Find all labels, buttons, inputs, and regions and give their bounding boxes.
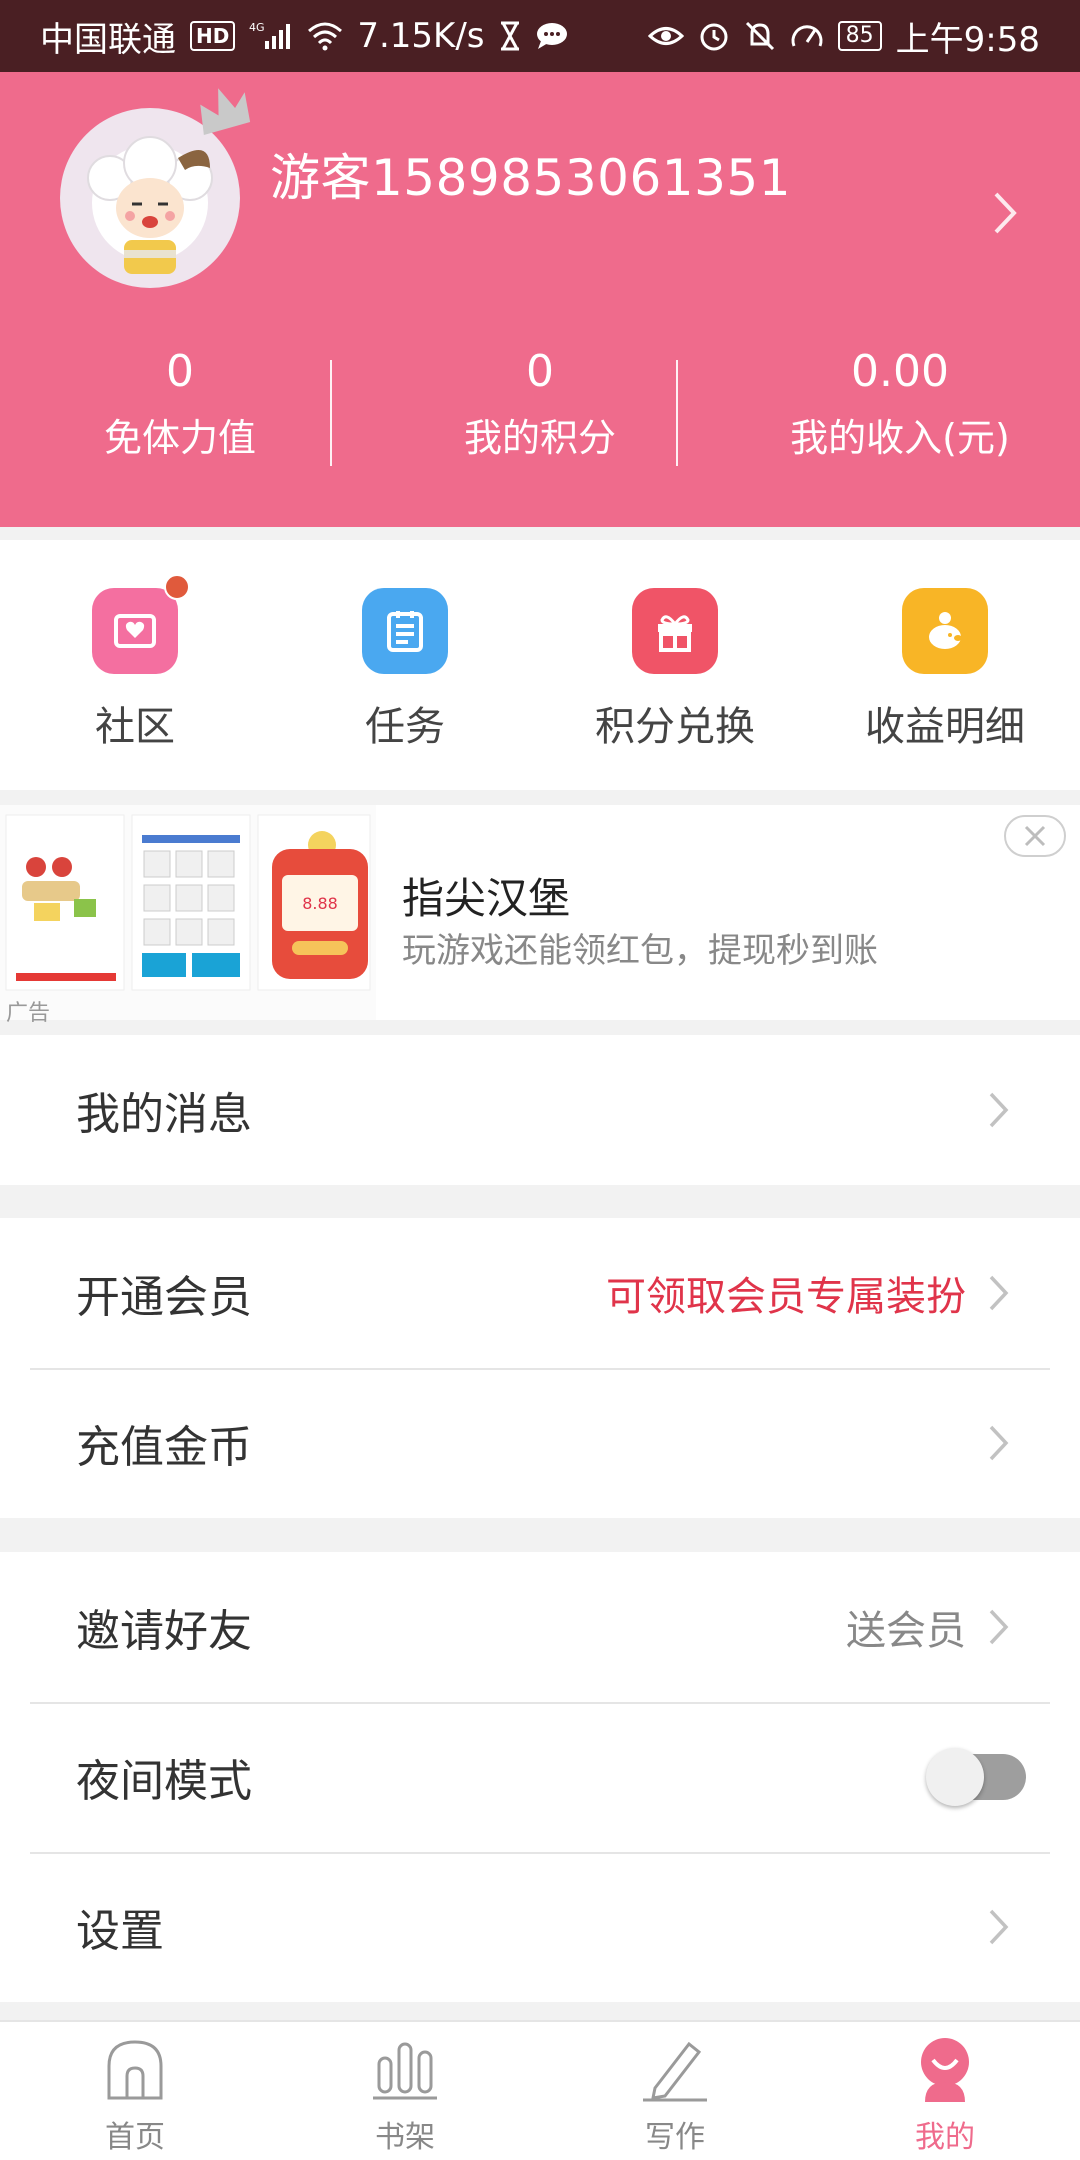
nav-label: 首页	[105, 2120, 165, 2155]
menu-item-label: 夜间模式	[76, 1756, 252, 1807]
menu-item-label: 邀请好友	[76, 1606, 252, 1657]
gift-icon	[632, 588, 718, 674]
stat-label: 我的积分	[463, 416, 616, 460]
chevron-right-icon	[989, 1275, 1009, 1311]
stat-value: 0	[166, 346, 194, 397]
red-packet-amount: 8.88	[302, 894, 338, 913]
community-icon	[92, 574, 190, 674]
quick-action-label: 社区	[95, 704, 175, 750]
stat-points[interactable]: 0 我的积分	[360, 342, 720, 482]
signal-icon: 4G	[249, 21, 293, 51]
svg-text:4G: 4G	[249, 21, 265, 34]
stat-divider	[330, 360, 332, 466]
stat-value: 0.00	[851, 346, 949, 397]
ad-close-button[interactable]	[1004, 815, 1066, 857]
nav-label: 写作	[645, 2120, 705, 2155]
pen-icon	[643, 2041, 707, 2102]
chevron-right-icon	[989, 1092, 1009, 1128]
chevron-right-icon	[989, 1425, 1009, 1461]
network-speed: 7.15K/s	[357, 16, 485, 56]
bottom-nav: 首页 书架 写作 我的	[0, 2020, 1080, 2160]
chevron-right-icon	[989, 1909, 1009, 1945]
quick-action-label: 任务	[365, 704, 445, 750]
nav-label: 书架	[375, 2120, 435, 2155]
piggy-bank-icon	[902, 588, 988, 674]
quick-action-earnings[interactable]: 收益明细	[810, 540, 1080, 790]
stat-income[interactable]: 0.00 我的收入(元)	[720, 342, 1080, 482]
menu-group-purchase: 开通会员 可领取会员专属装扮 充值金币	[0, 1218, 1080, 1518]
alarm-icon	[698, 20, 730, 52]
status-right: 85 上午9:58	[647, 12, 1040, 61]
task-icon	[362, 588, 448, 674]
quick-action-community[interactable]: 社区	[0, 540, 270, 790]
clock: 上午9:58	[895, 19, 1040, 60]
menu-group-messages: 我的消息	[0, 1035, 1080, 1185]
profile-icon	[921, 2038, 969, 2102]
menu-item-settings[interactable]: 设置	[0, 1852, 1080, 2002]
menu-item-label: 设置	[76, 1906, 164, 1957]
home-icon	[107, 2040, 163, 2100]
status-bar: 中国联通 HD 4G 7.15K/s 85 上午9:58	[0, 0, 1080, 72]
stat-stamina[interactable]: 0 免体力值	[0, 342, 360, 482]
invite-reward-text: 送会员	[846, 1608, 966, 1654]
ad-image[interactable]: 8.88	[0, 805, 376, 1020]
hourglass-icon	[499, 21, 521, 51]
hd-icon: HD	[190, 21, 236, 51]
chat-icon	[535, 21, 569, 51]
menu-item-label: 我的消息	[76, 1089, 252, 1140]
quick-action-label: 收益明细	[865, 704, 1025, 750]
stat-label: 免体力值	[103, 416, 256, 460]
quick-actions: 社区 任务 积分兑换 收益明细	[0, 540, 1080, 790]
profile-screen: 中国联通 HD 4G 7.15K/s 85 上午9:58 游客158985306…	[0, 0, 1080, 2160]
nav-item-profile[interactable]: 我的	[810, 2022, 1080, 2160]
quick-action-tasks[interactable]: 任务	[270, 540, 540, 790]
nav-item-write[interactable]: 写作	[540, 2022, 810, 2160]
battery-level: 85	[837, 21, 882, 51]
ad-banner[interactable]: 8.88 广告 指尖汉堡 玩游戏还能领红包，提现秒到账	[0, 805, 1080, 1026]
username: 游客1589853061351	[270, 149, 792, 207]
stat-value: 0	[526, 346, 554, 397]
ad-title[interactable]: 指尖汉堡	[402, 865, 570, 926]
vip-promo-text: 可领取会员专属装扮	[606, 1274, 966, 1320]
menu-item-vip[interactable]: 开通会员 可领取会员专属装扮	[0, 1218, 1080, 1368]
night-mode-toggle[interactable]	[926, 1748, 1026, 1806]
game-screenshot-icon: 8.88	[0, 805, 376, 1020]
stats-row: 0 免体力值 0 我的积分 0.00 我的收入(元)	[0, 342, 1080, 482]
menu-item-messages[interactable]: 我的消息	[0, 1035, 1080, 1185]
menu-item-recharge[interactable]: 充值金币	[0, 1368, 1080, 1518]
quick-action-label: 积分兑换	[595, 704, 755, 750]
close-icon	[1024, 825, 1046, 847]
mute-bell-icon	[744, 20, 776, 52]
nav-label: 我的	[915, 2120, 975, 2155]
menu-item-night-mode: 夜间模式	[0, 1702, 1080, 1852]
wifi-icon	[307, 21, 343, 51]
ad-label: 广告	[6, 1001, 51, 1026]
stat-label: 我的收入(元)	[790, 416, 1010, 460]
menu-item-label: 充值金币	[76, 1422, 252, 1473]
speedometer-icon	[790, 20, 824, 52]
menu-group-general: 邀请好友 送会员 夜间模式 设置	[0, 1552, 1080, 2002]
notification-badge	[164, 574, 190, 600]
chevron-right-icon	[989, 1609, 1009, 1645]
carrier-name: 中国联通	[40, 19, 176, 60]
menu-item-label: 开通会员	[76, 1272, 252, 1323]
eye-icon	[647, 21, 684, 51]
quick-action-points-exchange[interactable]: 积分兑换	[540, 540, 810, 790]
profile-header[interactable]: 游客1589853061351 0 免体力值 0 我的积分 0.00 我的收入(…	[0, 72, 1080, 527]
bookshelf-icon	[373, 2042, 437, 2100]
chevron-right-icon[interactable]	[992, 190, 1020, 236]
menu-item-invite[interactable]: 邀请好友 送会员	[0, 1552, 1080, 1702]
ad-description: 玩游戏还能领红包，提现秒到账	[402, 931, 878, 971]
nav-item-bookshelf[interactable]: 书架	[270, 2022, 540, 2160]
stat-divider	[676, 360, 678, 466]
status-left: 中国联通 HD 4G 7.15K/s	[40, 12, 569, 61]
nav-item-home[interactable]: 首页	[0, 2022, 270, 2160]
crown-icon	[200, 88, 251, 135]
toggle-knob	[926, 1748, 984, 1806]
